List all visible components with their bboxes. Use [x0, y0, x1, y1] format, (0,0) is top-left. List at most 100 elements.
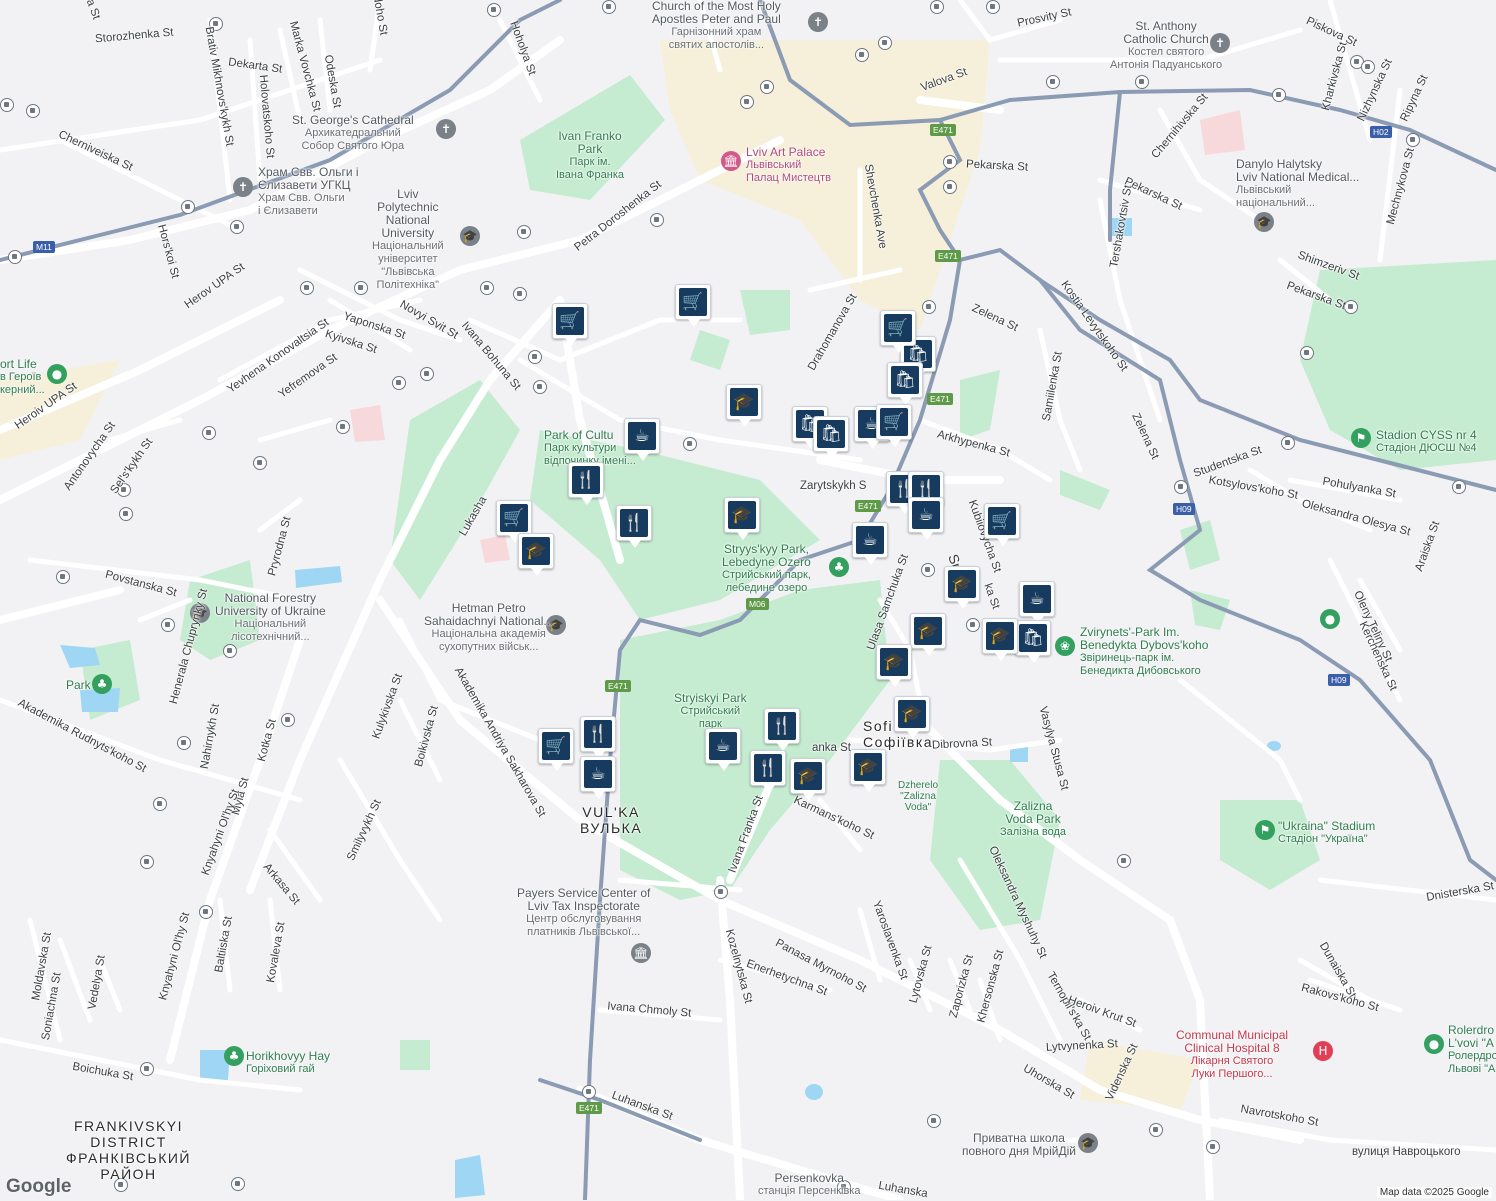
- university-icon[interactable]: 🎓: [1254, 212, 1274, 232]
- poi-label-danylo-halytsky[interactable]: Danylo Halytsky Lviv National Medical... …: [1236, 158, 1359, 210]
- marker-shopping-cart[interactable]: 🛒: [880, 310, 916, 353]
- transit-stop-icon[interactable]: [231, 1177, 245, 1191]
- marker-fork-knife[interactable]: 🍴: [568, 462, 604, 505]
- transit-stop-icon[interactable]: [1174, 480, 1188, 494]
- transit-stop-icon[interactable]: [161, 618, 175, 632]
- marker-coffee-cup[interactable]: ☕: [705, 728, 741, 771]
- poi-label-tax-inspectorate[interactable]: Payers Service Center of Lviv Tax Inspect…: [517, 887, 650, 939]
- marker-coffee-cup[interactable]: ☕: [908, 497, 944, 540]
- marker-coffee-cup[interactable]: ☕: [624, 418, 660, 461]
- transit-stop-icon[interactable]: [140, 1062, 154, 1076]
- transit-stop-icon[interactable]: [487, 3, 501, 17]
- map-canvas[interactable]: E471 E471 E471 E471 E471 E471 M06 M11 H0…: [0, 0, 1496, 1200]
- transit-stop-icon[interactable]: [181, 200, 195, 214]
- government-icon[interactable]: 🏛: [631, 943, 651, 963]
- transit-stop-icon[interactable]: [517, 225, 531, 239]
- transit-stop-icon[interactable]: [922, 300, 936, 314]
- transit-stop-icon[interactable]: [943, 155, 957, 169]
- marker-fork-knife[interactable]: 🍴: [580, 716, 616, 759]
- marker-graduation-cap[interactable]: 🎓: [790, 758, 826, 801]
- poi-label-stadion-cyss[interactable]: Stadion CYSS nr 4 Стадіон ДЮСШ №4: [1376, 429, 1477, 455]
- transit-stop-icon[interactable]: [1406, 133, 1420, 147]
- park-label-stryiskyi[interactable]: Stryiskyi Park Стрийський парк: [674, 692, 747, 731]
- transit-stop-icon[interactable]: [140, 855, 154, 869]
- park-label-zvirynets[interactable]: Zvirynets'-Park Im. Benedykta Dybovs'koho…: [1080, 626, 1208, 678]
- marker-shopping-cart[interactable]: 🛒: [552, 303, 588, 346]
- park-icon[interactable]: ♣: [92, 674, 112, 694]
- marker-shopping-cart[interactable]: 🛒: [538, 728, 574, 771]
- church-icon[interactable]: ✝: [436, 119, 456, 139]
- transit-stop-icon[interactable]: [281, 713, 295, 727]
- transit-stop-icon[interactable]: [153, 797, 167, 811]
- poi-label-sport-life[interactable]: ort Life в Героїв керний...: [0, 358, 45, 397]
- poi-label-olga-church[interactable]: Храм Свв. Ольги і Єлизавети УГКЦ Храм Свв…: [258, 166, 359, 218]
- marker-graduation-cap[interactable]: 🎓: [726, 384, 762, 427]
- sports-icon[interactable]: ●: [1320, 609, 1340, 629]
- marker-graduation-cap[interactable]: 🎓: [876, 644, 912, 687]
- poi-label-hospital[interactable]: Communal Municipal Clinical Hospital 8 Лі…: [1176, 1029, 1288, 1081]
- transit-stop-icon[interactable]: [1361, 60, 1375, 74]
- marker-shopping-bag[interactable]: 🛍: [1015, 620, 1051, 663]
- school-icon[interactable]: 🎓: [1078, 1133, 1098, 1153]
- marker-fork-knife[interactable]: 🍴: [616, 505, 652, 548]
- poi-label-polytech[interactable]: Lviv Polytechnic National University Націон…: [372, 188, 444, 292]
- transit-stop-icon[interactable]: [56, 570, 70, 584]
- transit-stop-icon[interactable]: [528, 350, 542, 364]
- marker-shopping-cart[interactable]: 🛒: [984, 503, 1020, 546]
- marker-graduation-cap[interactable]: 🎓: [910, 613, 946, 656]
- university-icon[interactable]: 🎓: [460, 226, 480, 246]
- park-icon[interactable]: ♣: [829, 557, 849, 577]
- marker-shopping-bag[interactable]: 🛍: [813, 416, 849, 459]
- park-icon[interactable]: ♣: [224, 1046, 244, 1066]
- transit-stop-icon[interactable]: [740, 95, 754, 109]
- marker-graduation-cap[interactable]: 🎓: [518, 533, 554, 576]
- poi-label-st-anthony[interactable]: St. Anthony Catholic Church Костел святог…: [1110, 20, 1222, 72]
- transit-stop-icon[interactable]: [223, 644, 237, 658]
- transit-stop-icon[interactable]: [927, 1114, 941, 1128]
- marker-graduation-cap[interactable]: 🎓: [982, 618, 1018, 661]
- transit-stop-icon[interactable]: [1046, 75, 1060, 89]
- transit-stop-icon[interactable]: [480, 281, 494, 295]
- transit-stop-icon[interactable]: [202, 426, 216, 440]
- poi-label-private-school[interactable]: Приватна школа повного дня МрійДій: [962, 1132, 1076, 1158]
- transit-stop-icon[interactable]: [582, 1085, 596, 1099]
- marker-fork-knife[interactable]: 🍴: [764, 708, 800, 751]
- map-attribution[interactable]: Map data ©2025 Google: [1376, 1187, 1492, 1198]
- zoo-icon[interactable]: ❀: [1055, 636, 1075, 656]
- transit-stop-icon[interactable]: [714, 885, 728, 899]
- marker-shopping-bag[interactable]: 🛍: [887, 362, 923, 405]
- transit-stop-icon[interactable]: [943, 180, 957, 194]
- transit-stop-icon[interactable]: [1117, 854, 1131, 868]
- transit-stop-icon[interactable]: [8, 250, 22, 264]
- transit-stop-icon[interactable]: [602, 0, 616, 14]
- transit-stop-icon[interactable]: [760, 80, 774, 94]
- transit-stop-icon[interactable]: [1149, 1123, 1163, 1137]
- transit-stop-icon[interactable]: [513, 287, 527, 301]
- transit-stop-icon[interactable]: [650, 213, 664, 227]
- transit-stop-icon[interactable]: [26, 104, 40, 118]
- transit-stop-icon[interactable]: [336, 420, 350, 434]
- transit-stop-icon[interactable]: [930, 0, 944, 14]
- church-icon[interactable]: ✝: [233, 177, 253, 197]
- sports-icon[interactable]: ●: [47, 364, 67, 384]
- transit-stop-icon[interactable]: [177, 736, 191, 750]
- transit-stop-icon[interactable]: [533, 380, 547, 394]
- transit-stop-icon[interactable]: [921, 563, 935, 577]
- transit-stop-icon[interactable]: [986, 0, 1000, 14]
- transit-stop-icon[interactable]: [199, 905, 213, 919]
- church-icon[interactable]: ✝: [808, 12, 828, 32]
- transit-stop-icon[interactable]: [420, 367, 434, 381]
- marker-coffee-cup[interactable]: ☕: [580, 756, 616, 799]
- transit-stop-icon[interactable]: [392, 376, 406, 390]
- poi-label-ukraina-stadium[interactable]: "Ukraina" Stadium Стадіон "Україна": [1278, 820, 1375, 846]
- transit-stop-icon[interactable]: [878, 36, 892, 50]
- transit-stop-icon[interactable]: [119, 507, 133, 521]
- transit-stop-icon[interactable]: [855, 48, 869, 62]
- transit-stop-icon[interactable]: [253, 456, 267, 470]
- marker-graduation-cap[interactable]: 🎓: [944, 566, 980, 609]
- poi-label-sahaidachnyi-academy[interactable]: Hetman Petro Sahaidachnyi National... Нац…: [424, 602, 553, 654]
- park-label-lebedyne-ozero[interactable]: Stryys'kyy Park, Lebedyne Ozero Стрийськи…: [722, 543, 811, 595]
- stadium-icon[interactable]: ⚑: [1255, 820, 1275, 840]
- park-label-zalizna-voda[interactable]: Zalizna Voda Park Залізна вода: [1000, 800, 1066, 839]
- marker-shopping-cart[interactable]: 🛒: [675, 284, 711, 327]
